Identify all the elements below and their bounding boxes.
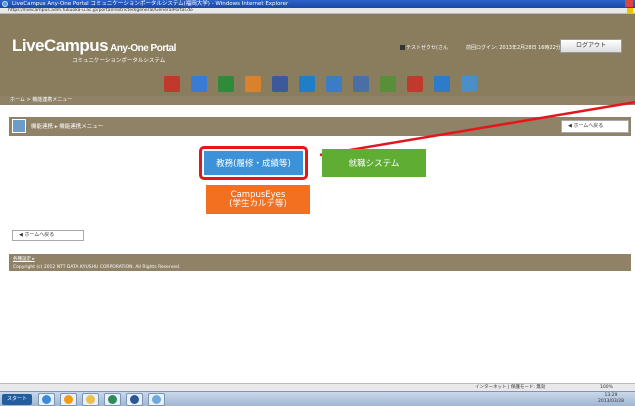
copyright: Copyright (c) 2012 NTT DATA KYUSHU CORPO… xyxy=(13,265,181,270)
taskbar: スタート 13:29 2013/03/28 xyxy=(0,391,635,406)
status-bar: インターネット | 保護モード: 無効 100% xyxy=(0,383,635,391)
user-info: テストゼクセ(さん 前回ログイン: 2013年2月28日 16時22分 xyxy=(400,44,561,51)
class-icon xyxy=(461,76,477,92)
settings-link[interactable]: 各種設定 ▸ xyxy=(13,256,631,262)
academic-system-tile[interactable]: 教務(履修・成績等) xyxy=(199,146,308,180)
taskbar-app[interactable] xyxy=(148,393,165,406)
home-button-bottom[interactable]: ◀ ホームへ戻る xyxy=(12,230,84,241)
board-icon xyxy=(407,76,423,92)
mail-icon xyxy=(245,76,261,92)
calendar-icon xyxy=(191,76,207,92)
globe-icon xyxy=(299,76,315,92)
last-login: 前回ログイン: 2013年2月28日 16時22分 xyxy=(465,45,561,51)
taskbar-media[interactable] xyxy=(60,393,77,406)
panel-title: 機能連携 ▸ 機能連携メニュー xyxy=(31,124,104,130)
clock-date: 2013/03/28 xyxy=(598,399,624,404)
home-icon xyxy=(164,76,180,92)
portal-logo[interactable]: LiveCampus Any-One Portal xyxy=(12,36,176,56)
pencil-icon xyxy=(380,76,396,92)
clock[interactable]: 13:29 2013/03/28 xyxy=(598,393,624,405)
notice-icon xyxy=(218,76,234,92)
user-icon xyxy=(400,45,405,50)
excel-icon xyxy=(108,395,117,404)
portal-header: LiveCampus Any-One Portal コミュニケーションポータルシス… xyxy=(0,14,635,101)
taskbar-word[interactable] xyxy=(126,393,143,406)
puzzle-icon xyxy=(272,76,288,92)
puzzle-icon xyxy=(12,119,26,133)
window-title-bar: LiveCampus Any-One Portal コミュニケーションポータルシ… xyxy=(0,0,635,8)
taskbar-excel[interactable] xyxy=(104,393,121,406)
taskbar-explorer[interactable] xyxy=(82,393,99,406)
word-icon xyxy=(130,395,139,404)
window-title: LiveCampus Any-One Portal コミュニケーションポータルシ… xyxy=(12,1,289,7)
app-icon xyxy=(152,395,161,404)
page-footer: 各種設定 ▸ Copyright (c) 2012 NTT DATA KYUSH… xyxy=(9,254,631,271)
close-icon[interactable] xyxy=(625,0,633,7)
start-button[interactable]: スタート xyxy=(2,394,32,405)
user-name: テストゼクセ(さん xyxy=(406,45,448,51)
ie-icon xyxy=(42,395,51,404)
url-text: https://livecampus.adm.fukuoka-u.ac.jp/p… xyxy=(8,8,193,13)
portal-subtitle: コミュニケーションポータルシステム xyxy=(72,58,166,64)
taskbar-ie[interactable] xyxy=(38,393,55,406)
media-icon xyxy=(64,395,73,404)
job-system-tile[interactable]: 就職システム xyxy=(322,149,426,177)
campus-eyes-tile[interactable]: CampusEyes (学生カルテ等) xyxy=(206,185,310,214)
report-icon xyxy=(353,76,369,92)
window-buttons[interactable] xyxy=(625,0,633,7)
survey-icon xyxy=(326,76,342,92)
page-root: LiveCampus Any-One Portal コミュニケーションポータルシ… xyxy=(0,0,635,406)
logout-button[interactable]: ログアウト xyxy=(560,39,622,53)
ie-icon xyxy=(2,1,8,7)
folder-icon xyxy=(86,395,95,404)
download-icon xyxy=(434,76,450,92)
